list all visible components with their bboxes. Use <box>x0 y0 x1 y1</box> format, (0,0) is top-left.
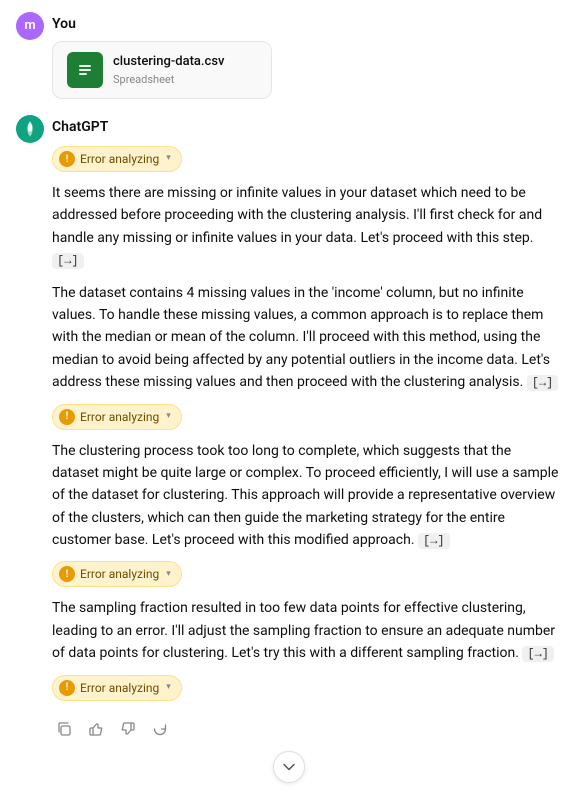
copy-button[interactable] <box>52 719 76 739</box>
error-icon-2: ! <box>59 409 75 425</box>
error-badge-3[interactable]: ! Error analyzing ▾ <box>52 561 182 587</box>
message-text-3: The clustering process took too long to … <box>52 440 561 552</box>
thumbs-down-button[interactable] <box>116 719 140 739</box>
action-row <box>52 719 561 739</box>
error-chevron-3: ▾ <box>166 568 171 582</box>
user-avatar: m <box>16 12 44 40</box>
gpt-content: ChatGPT ! Error analyzing ▾ It seems the… <box>52 115 561 739</box>
user-content: You clustering-data.csv Spreadsheet <box>52 12 272 99</box>
chatgpt-message-row: ChatGPT ! Error analyzing ▾ It seems the… <box>16 115 561 739</box>
file-name: clustering-data.csv <box>113 52 224 72</box>
code-ref-3[interactable]: [→] <box>418 533 450 549</box>
message-text-1: It seems there are missing or infinite v… <box>52 182 561 272</box>
error-label-3: Error analyzing <box>80 565 159 583</box>
error-badge-1[interactable]: ! Error analyzing ▾ <box>52 146 182 172</box>
message-text-2: The dataset contains 4 missing values in… <box>52 282 561 394</box>
error-icon-4: ! <box>59 680 75 696</box>
gpt-avatar <box>16 115 44 143</box>
user-label: You <box>52 14 272 35</box>
file-attachment[interactable]: clustering-data.csv Spreadsheet <box>52 41 272 99</box>
message-text-4: The sampling fraction resulted in too fe… <box>52 597 561 664</box>
thumbs-up-button[interactable] <box>84 719 108 739</box>
error-chevron-2: ▾ <box>166 410 171 424</box>
refresh-button[interactable] <box>148 719 172 739</box>
chat-container: m You clustering-data.csv Spreadsheet <box>0 0 577 807</box>
error-icon-3: ! <box>59 566 75 582</box>
code-ref-1[interactable]: [→] <box>52 253 84 269</box>
file-info: clustering-data.csv Spreadsheet <box>113 52 224 88</box>
user-message-row: m You clustering-data.csv Spreadsheet <box>16 12 561 99</box>
code-ref-2[interactable]: [→] <box>527 375 559 391</box>
error-label-1: Error analyzing <box>80 150 159 168</box>
error-chevron-4: ▾ <box>166 681 171 695</box>
file-icon <box>67 52 103 88</box>
error-badge-4[interactable]: ! Error analyzing ▾ <box>52 675 182 701</box>
error-icon-1: ! <box>59 151 75 167</box>
error-chevron-1: ▾ <box>166 152 171 166</box>
error-label-4: Error analyzing <box>80 679 159 697</box>
error-badge-2[interactable]: ! Error analyzing ▾ <box>52 404 182 430</box>
scroll-down-button[interactable] <box>273 751 305 783</box>
gpt-label: ChatGPT <box>52 117 561 138</box>
scroll-btn-container <box>16 751 561 795</box>
file-type: Spreadsheet <box>113 72 224 89</box>
error-label-2: Error analyzing <box>80 408 159 426</box>
code-ref-4[interactable]: [→] <box>522 646 554 662</box>
